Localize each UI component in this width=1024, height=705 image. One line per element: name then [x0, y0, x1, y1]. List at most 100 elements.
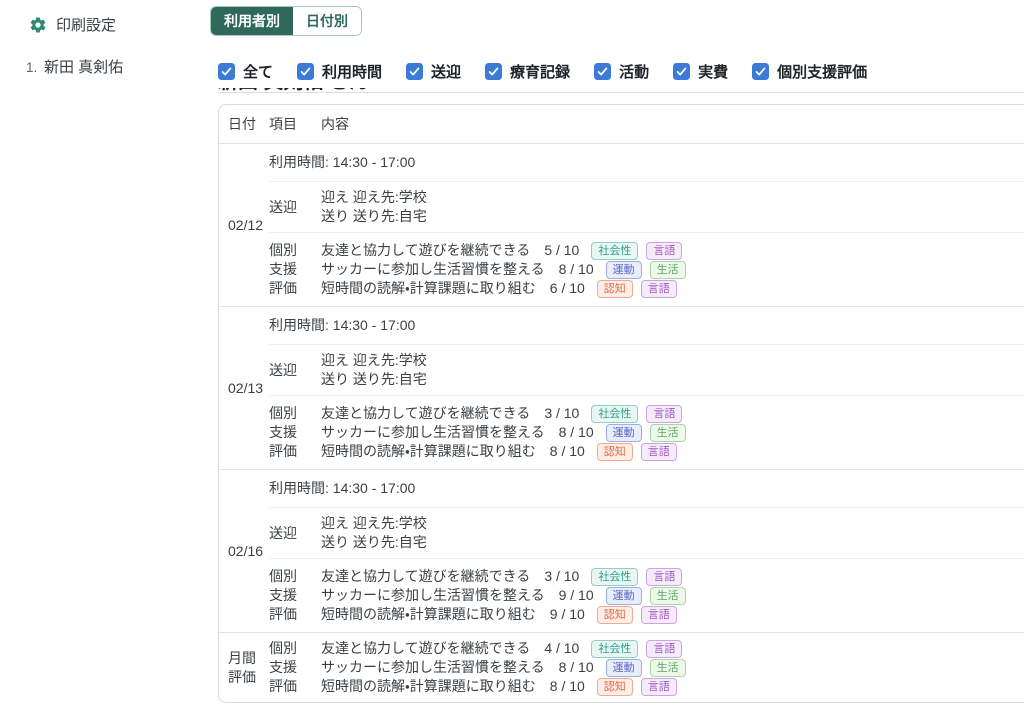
app-root: 印刷設定 1. 新田 真剣佑 利用者別 日付別 全て 利用時間 送迎 療育記録 活動 実費 個別…	[0, 0, 1024, 705]
category-tag: 認知	[596, 605, 633, 624]
subrow-evaluation: 個別 支援 評価 友達と協力して遊びを継続できる 3 / 10 社会性 言語 サッカーに参加し…	[269, 558, 1024, 632]
category-tag: 運動	[605, 658, 642, 677]
evaluation-line: サッカーに参加し生活習慣を整える 8 / 10 運動 生活	[321, 260, 1024, 279]
user-index: 1.	[26, 60, 38, 75]
evaluation-line: 友達と協力して遊びを継続できる 3 / 10 社会性 言語	[321, 404, 1024, 423]
filter-all[interactable]: 全て	[218, 61, 273, 82]
col-header-date: 日付	[228, 116, 256, 132]
subrow-evaluation: 個別 支援 評価 友達と協力して遊びを継続できる 4 / 10 社会性 言語 サッカーに参加し…	[269, 633, 1024, 702]
user-list-item[interactable]: 1. 新田 真剣佑	[0, 56, 210, 77]
table-group: 02/13 利用時間: 14:30 - 17:00 送迎 迎え 迎え先:学校 送り 送り…	[219, 306, 1024, 469]
subrows: 利用時間: 14:30 - 17:00 送迎 迎え 迎え先:学校 送り 送り先:自宅個…	[269, 470, 1024, 632]
subrow-transport: 送迎 迎え 迎え先:学校 送り 送り先:自宅	[269, 344, 1024, 395]
subrows: 利用時間: 14:30 - 17:00 送迎 迎え 迎え先:学校 送り 送り先:自宅個…	[269, 144, 1024, 306]
user-list: 1. 新田 真剣佑	[0, 56, 210, 77]
category-tag: 社会性	[591, 404, 639, 423]
filter-label: 療育記録	[510, 64, 571, 81]
subrow-usage-time: 利用時間: 14:30 - 17:00	[269, 144, 1024, 181]
usage-time-text: 利用時間: 14:30 - 17:00	[269, 317, 416, 333]
filter-transport[interactable]: 送迎	[406, 61, 461, 82]
subrow-evaluation: 個別 支援 評価 友達と協力して遊びを継続できる 5 / 10 社会性 言語 サッカーに参加し…	[269, 232, 1024, 306]
view-tab-by-user[interactable]: 利用者別	[211, 7, 293, 35]
category-tag: 生活	[649, 658, 686, 677]
view-tab-by-date[interactable]: 日付別	[293, 7, 361, 35]
filter-label: 個別支援評価	[777, 64, 868, 81]
item-label: 送迎	[269, 361, 297, 378]
evaluation-text: サッカーに参加し生活習慣を整える	[321, 587, 545, 603]
evaluation-text: 友達と協力して遊びを継続できる	[321, 405, 531, 421]
item-label: 送迎	[269, 524, 297, 541]
checkbox-checked-icon	[673, 63, 691, 80]
score-value: 5 / 10	[544, 242, 580, 258]
col-header-item: 項目	[269, 116, 297, 132]
evaluation-line: 友達と協力して遊びを継続できる 5 / 10 社会性 言語	[321, 241, 1024, 260]
evaluation-line: 短時間の読解・計算課題に取り組む 8 / 10 認知 言語	[321, 442, 1024, 461]
heading-zone: 新田 真剣佑 さん	[210, 88, 1024, 104]
filter-activity[interactable]: 活動	[594, 61, 649, 82]
filter-expenses[interactable]: 実費	[673, 61, 728, 82]
print-settings-header: 印刷設定	[0, 14, 210, 35]
table-group: 02/16 利用時間: 14:30 - 17:00 送迎 迎え 迎え先:学校 送り 送り…	[219, 469, 1024, 632]
filter-usage-time[interactable]: 利用時間	[297, 61, 382, 82]
transport-line: 迎え 迎え先:学校	[321, 515, 427, 531]
checkbox-checked-icon	[594, 63, 612, 80]
transport-content: 迎え 迎え先:学校 送り 送り先:自宅	[321, 351, 1024, 389]
date-cell: 月間 評価	[219, 633, 269, 702]
main-panel: 利用者別日付別 全て利用時間送迎療育記録活動実費個別支援評価 新田 真剣佑 さん…	[210, 0, 1024, 705]
filter-care-record[interactable]: 療育記録	[485, 61, 570, 82]
subrow-transport: 送迎 迎え 迎え先:学校 送り 送り先:自宅	[269, 507, 1024, 558]
score-value: 9 / 10	[558, 587, 594, 603]
date-text: 02/13	[228, 379, 264, 396]
score-value: 8 / 10	[558, 424, 594, 440]
score-value: 8 / 10	[549, 678, 585, 694]
subrows: 個別 支援 評価 友達と協力して遊びを継続できる 4 / 10 社会性 言語 サッカーに参加し…	[269, 633, 1024, 702]
evaluation-content: 友達と協力して遊びを継続できる 4 / 10 社会性 言語 サッカーに参加し生活習慣を整…	[321, 639, 1024, 696]
item-label-line: 支援	[269, 587, 297, 603]
item-label: 個別 支援 評価	[269, 241, 321, 298]
evaluation-line: サッカーに参加し生活習慣を整える 9 / 10 運動 生活	[321, 586, 1024, 605]
date-text: 02/16	[228, 542, 264, 559]
record-heading: 新田 真剣佑 さん	[218, 88, 369, 96]
evaluation-line: 短時間の読解・計算課題に取り組む 6 / 10 認知 言語	[321, 279, 1024, 298]
category-tag: 社会性	[591, 567, 639, 586]
evaluation-text: 友達と協力して遊びを継続できる	[321, 242, 531, 258]
evaluation-text: 友達と協力して遊びを継続できる	[321, 568, 531, 584]
score-value: 3 / 10	[544, 568, 580, 584]
category-tag: 言語	[640, 605, 677, 624]
sidebar: 印刷設定 1. 新田 真剣佑	[0, 0, 210, 705]
item-label: 個別 支援 評価	[269, 567, 321, 624]
category-tag: 認知	[596, 677, 633, 696]
print-settings-label: 印刷設定	[56, 17, 117, 34]
user-name: 新田 真剣佑	[44, 59, 124, 76]
evaluation-text: 短時間の読解・計算課題に取り組む	[321, 280, 536, 296]
transport-line: 迎え 迎え先:学校	[321, 189, 427, 205]
item-label-line: 支援	[269, 424, 297, 440]
date-cell: 02/13	[219, 307, 269, 469]
category-tag: 社会性	[591, 241, 639, 260]
score-value: 8 / 10	[558, 261, 594, 277]
toolbar: 利用者別 日付別 全て 利用時間 送迎 療育記録 活動 実費 個別支援評価	[210, 0, 1024, 88]
score-value: 8 / 10	[549, 443, 585, 459]
table-group: 02/12 利用時間: 14:30 - 17:00 送迎 迎え 迎え先:学校 送り 送り…	[219, 144, 1024, 306]
item-label-line: 評価	[269, 280, 297, 296]
evaluation-text: 友達と協力して遊びを継続できる	[321, 640, 531, 656]
subrows: 利用時間: 14:30 - 17:00 送迎 迎え 迎え先:学校 送り 送り先:自宅個…	[269, 307, 1024, 469]
checkbox-checked-icon	[406, 63, 424, 80]
evaluation-line: 短時間の読解・計算課題に取り組む 8 / 10 認知 言語	[321, 677, 1024, 696]
filter-individual-support-evaluation[interactable]: 個別支援評価	[752, 61, 867, 82]
checkbox-checked-icon	[752, 63, 770, 80]
transport-content: 迎え 迎え先:学校 送り 送り先:自宅	[321, 188, 1024, 226]
category-tag: 言語	[640, 677, 677, 696]
evaluation-text: 短時間の読解・計算課題に取り組む	[321, 678, 536, 694]
table-header-row: 日付 項目 内容	[219, 105, 1024, 144]
evaluation-text: 短時間の読解・計算課題に取り組む	[321, 606, 536, 622]
category-tag: 生活	[649, 260, 686, 279]
evaluation-line: 友達と協力して遊びを継続できる 4 / 10 社会性 言語	[321, 639, 1024, 658]
transport-line: 送り 送り先:自宅	[321, 208, 427, 224]
item-label-line: 評価	[269, 606, 297, 622]
item-label-line: 個別	[269, 405, 297, 421]
item-label-line: 支援	[269, 659, 297, 675]
category-tag: 言語	[646, 404, 683, 423]
category-tag: 言語	[640, 442, 677, 461]
evaluation-text: サッカーに参加し生活習慣を整える	[321, 424, 545, 440]
